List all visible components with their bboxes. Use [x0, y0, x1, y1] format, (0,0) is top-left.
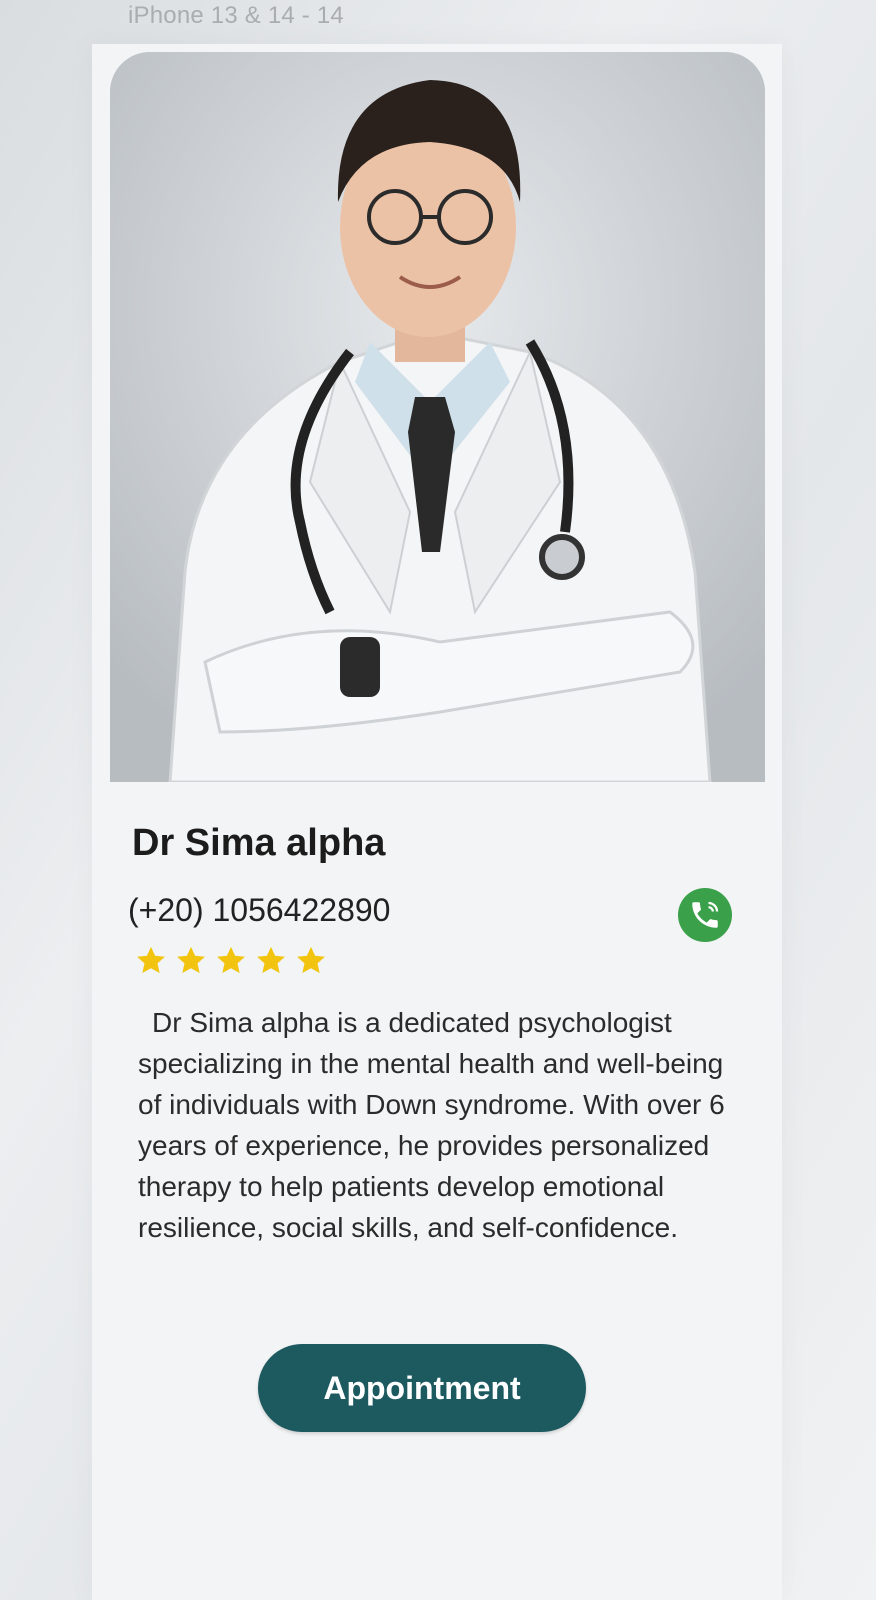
doctor-portrait-illustration — [110, 52, 765, 782]
doctor-phone-number: (+20) 1056422890 — [128, 892, 391, 928]
doctor-bio: Dr Sima alpha is a dedicated psychologis… — [138, 1007, 725, 1243]
rating-stars — [134, 944, 328, 978]
star-icon — [217, 946, 245, 974]
doctor-name: Dr Sima alpha — [132, 822, 386, 864]
star-icon — [297, 946, 325, 974]
doctor-photo — [110, 52, 765, 782]
star-icon — [177, 946, 205, 974]
star-icon — [137, 946, 165, 974]
frame-label: iPhone 13 & 14 - 14 — [128, 2, 344, 29]
appointment-button[interactable]: Appointment — [258, 1344, 586, 1432]
star-icon — [257, 946, 285, 974]
phone-call-icon — [692, 901, 719, 928]
call-button[interactable] — [678, 888, 732, 942]
